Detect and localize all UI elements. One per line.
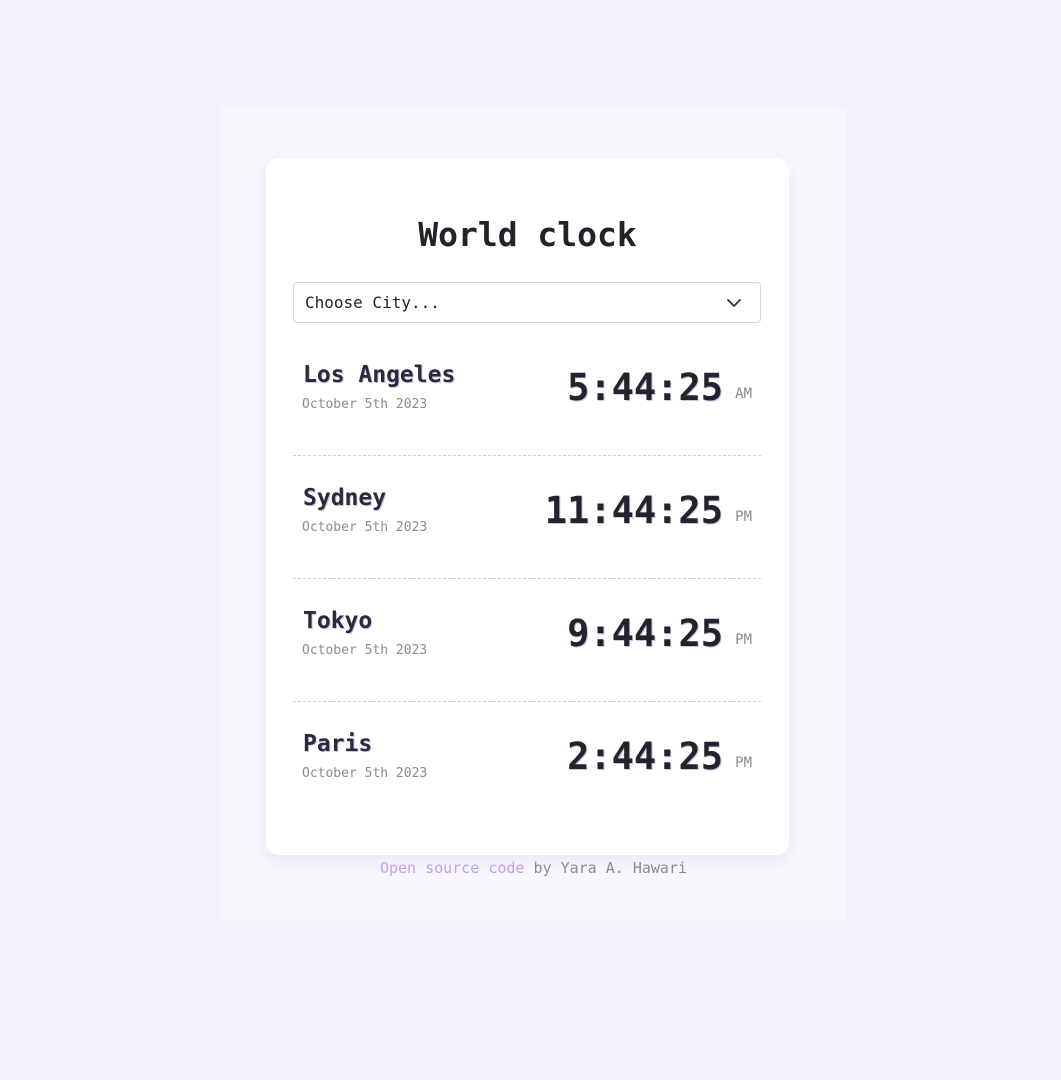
city-time: 9:44:25 — [567, 612, 723, 655]
page-container: World clock Choose City... Los Angeles O… — [221, 108, 846, 921]
city-date: October 5th 2023 — [302, 397, 428, 412]
city-row-los-angeles: Los Angeles October 5th 2023 5:44:25 AM — [293, 333, 761, 456]
city-ampm: PM — [735, 509, 752, 525]
city-list: Los Angeles October 5th 2023 5:44:25 AM … — [293, 333, 761, 825]
city-name: Sydney — [303, 485, 387, 511]
city-name: Paris — [303, 731, 373, 757]
city-name: Tokyo — [303, 608, 373, 634]
city-row-paris: Paris October 5th 2023 2:44:25 PM — [293, 702, 761, 825]
city-select[interactable]: Choose City... — [293, 282, 761, 323]
city-time: 11:44:25 — [544, 489, 723, 532]
source-code-link[interactable]: Open source code — [380, 859, 525, 877]
city-date: October 5th 2023 — [302, 520, 428, 535]
footer-credit: by Yara A. Hawari — [524, 859, 688, 877]
city-ampm: PM — [735, 755, 752, 771]
city-time: 5:44:25 — [567, 366, 723, 409]
city-ampm: PM — [735, 632, 752, 648]
city-name: Los Angeles — [303, 362, 456, 388]
city-date: October 5th 2023 — [302, 766, 428, 781]
chevron-down-icon — [727, 299, 741, 307]
city-time: 2:44:25 — [567, 735, 723, 778]
city-ampm: AM — [735, 386, 752, 402]
city-date: October 5th 2023 — [302, 643, 428, 658]
world-clock-card: World clock Choose City... Los Angeles O… — [266, 158, 789, 855]
city-row-sydney: Sydney October 5th 2023 11:44:25 PM — [293, 456, 761, 579]
page-title: World clock — [418, 215, 637, 254]
city-row-tokyo: Tokyo October 5th 2023 9:44:25 PM — [293, 579, 761, 702]
footer: Open source code by Yara A. Hawari — [221, 858, 846, 878]
city-select-value: Choose City... — [305, 293, 440, 312]
